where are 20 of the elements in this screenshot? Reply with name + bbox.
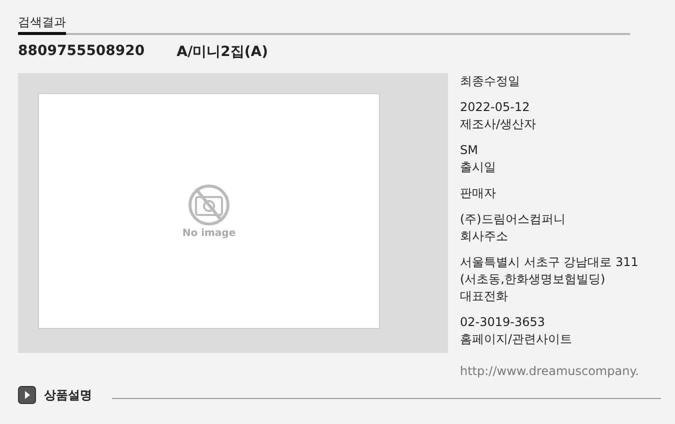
detail-label: 제조사/생산자 — [460, 116, 538, 133]
detail-label: 판매자 — [460, 185, 497, 202]
detail-label: 출시일 — [460, 159, 497, 176]
play-icon — [18, 386, 36, 404]
detail-label: 회사주소 — [460, 228, 509, 245]
detail-value: SM — [460, 142, 479, 159]
website-link[interactable]: http://www.dreamuscompany. — [460, 363, 639, 380]
detail-value: 02-3019-3653 — [460, 314, 546, 331]
detail-label: 최종수정일 — [460, 73, 521, 90]
section-title: 검색결과 — [18, 14, 66, 35]
detail-label: 홈페이지/관련사이트 — [460, 331, 574, 348]
product-barcode: 8809755508920 — [18, 43, 145, 61]
description-title: 상품설명 — [44, 386, 92, 404]
detail-value: 서울특별시 서초구 강남대로 311 — [460, 254, 639, 271]
detail-value: 2022-05-12 — [460, 99, 531, 116]
detail-value: (주)드림어스컴퍼니 — [460, 211, 566, 228]
no-image-text: No image — [182, 228, 236, 238]
detail-value: (서초동,한화생명보험빌딩) — [460, 271, 606, 288]
detail-label: 대표전화 — [460, 288, 509, 305]
product-name: A/미니2집(A) — [176, 43, 268, 61]
